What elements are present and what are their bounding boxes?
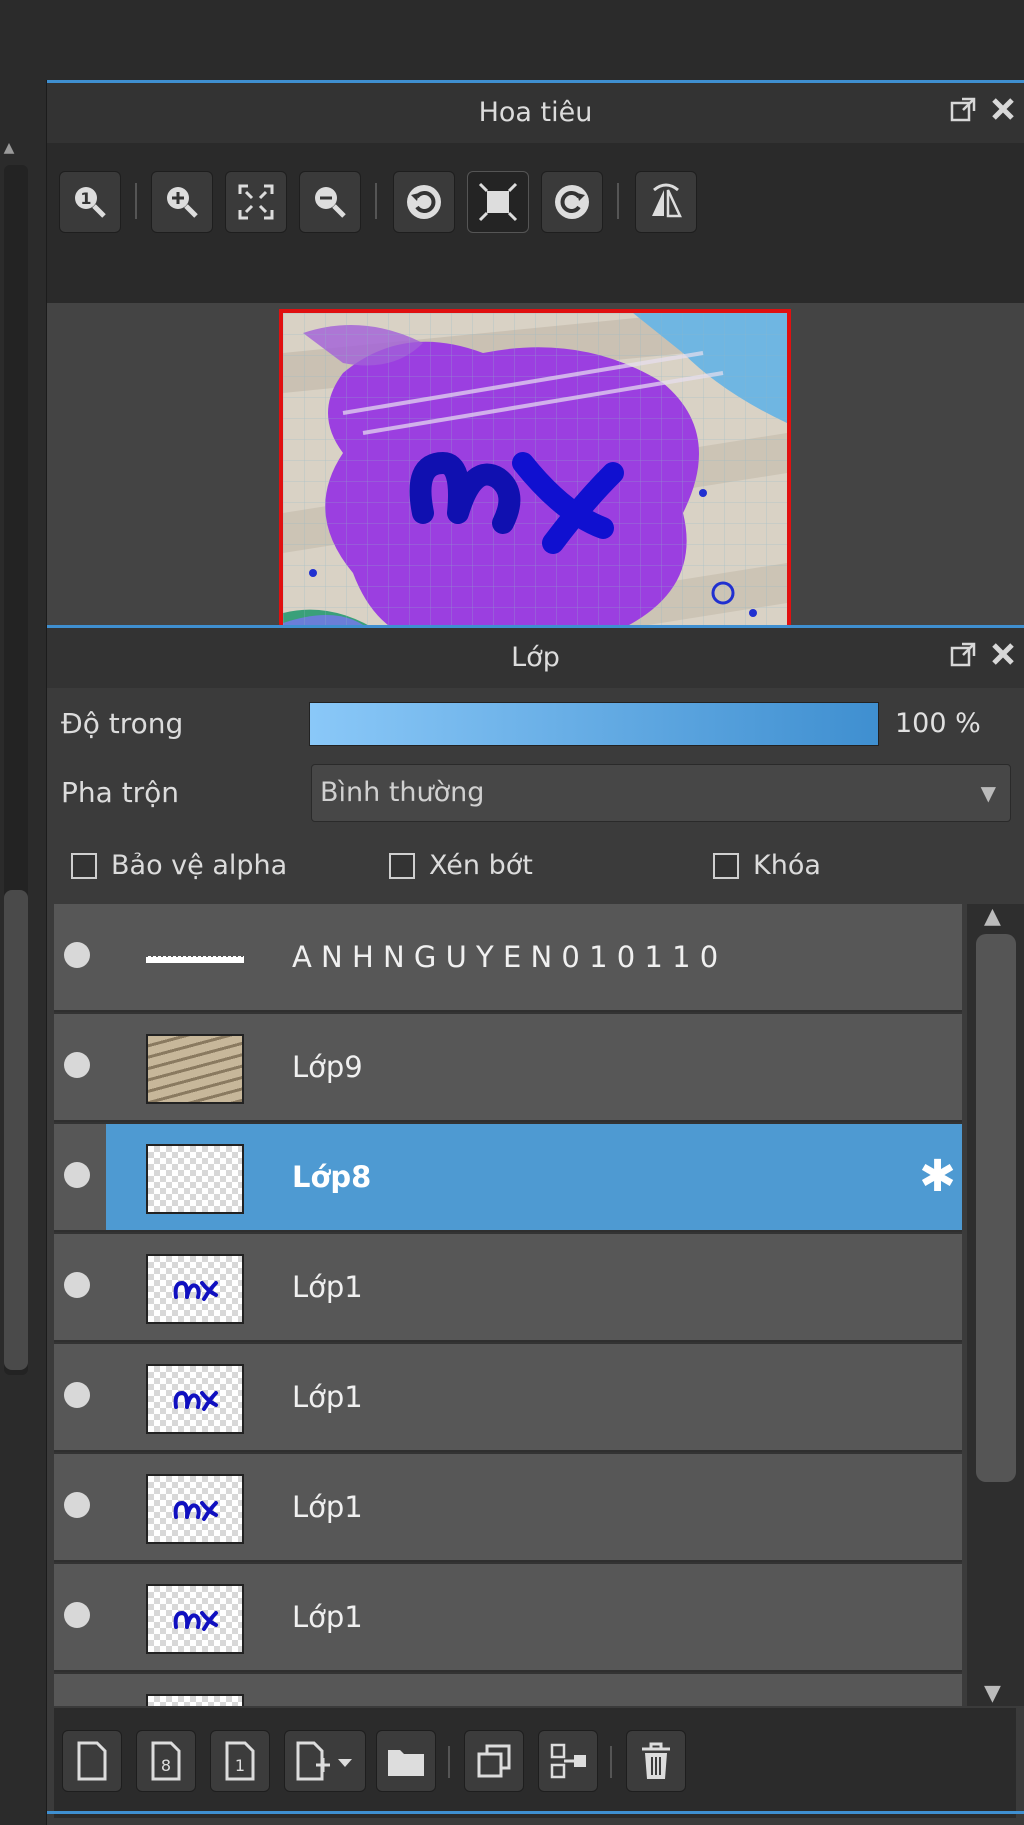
layer-thumbnail bbox=[146, 1254, 244, 1324]
layers-bottom-toolbar: 8 1 bbox=[54, 1708, 1016, 1818]
zoom-out-icon[interactable] bbox=[299, 171, 361, 233]
gear-icon[interactable]: ✱ bbox=[919, 1152, 956, 1202]
layer-name: Lớp9 bbox=[292, 1050, 363, 1084]
rotate-left-icon[interactable] bbox=[393, 171, 455, 233]
visibility-toggle[interactable] bbox=[64, 942, 90, 968]
opacity-slider[interactable] bbox=[309, 702, 879, 746]
layer-row-partial[interactable] bbox=[54, 1674, 962, 1706]
blend-label: Pha trộn bbox=[61, 776, 180, 809]
close-icon[interactable] bbox=[988, 97, 1018, 127]
duplicate-layer-icon[interactable] bbox=[464, 1730, 524, 1792]
folder-icon[interactable] bbox=[376, 1730, 436, 1792]
visibility-toggle[interactable] bbox=[64, 1052, 90, 1078]
svg-text:8: 8 bbox=[161, 1756, 171, 1775]
toolbar-separator bbox=[135, 183, 137, 219]
top-strip bbox=[0, 0, 1024, 80]
layer-thumbnail bbox=[146, 1474, 244, 1544]
fit-window-icon[interactable] bbox=[467, 171, 529, 233]
new-layer-icon[interactable] bbox=[62, 1730, 122, 1792]
layer-list-scrollbar[interactable]: ▲ ▼ bbox=[967, 904, 1024, 1706]
lock-label: Khóa bbox=[753, 850, 821, 881]
visibility-toggle[interactable] bbox=[64, 1602, 90, 1628]
layer-name: Lớp1 bbox=[292, 1270, 363, 1304]
layer-thumbnail bbox=[146, 1144, 244, 1214]
checkbox-box[interactable] bbox=[71, 852, 97, 879]
svg-text:1: 1 bbox=[235, 1756, 245, 1775]
toolbar-separator bbox=[448, 1746, 450, 1778]
layer-row[interactable]: Lớp1 bbox=[54, 1454, 962, 1562]
layer-name: Lớp1 bbox=[292, 1380, 363, 1414]
fit-screen-icon[interactable] bbox=[225, 171, 287, 233]
clipping-checkbox[interactable]: Xén bớt bbox=[389, 850, 533, 881]
clipping-label: Xén bớt bbox=[429, 850, 533, 881]
layer-thumbnail bbox=[146, 924, 244, 994]
layer-row-selected[interactable]: Lớp8 ✱ bbox=[54, 1124, 962, 1232]
trash-icon[interactable] bbox=[626, 1730, 686, 1792]
chevron-down-icon: ▼ bbox=[980, 781, 996, 805]
svg-text:1: 1 bbox=[80, 189, 91, 208]
visibility-toggle[interactable] bbox=[64, 1272, 90, 1298]
scroll-up-arrow-icon[interactable]: ▲ bbox=[984, 904, 1001, 929]
layer-thumbnail bbox=[146, 1034, 244, 1104]
popout-icon[interactable] bbox=[948, 97, 978, 127]
layer-name: Lớp1 bbox=[292, 1490, 363, 1524]
new-8bit-layer-icon[interactable]: 8 bbox=[136, 1730, 196, 1792]
scroll-down-arrow-icon[interactable]: ▼ bbox=[984, 1681, 1001, 1706]
toolbar-separator bbox=[375, 183, 377, 219]
blend-mode-select[interactable]: Bình thường ▼ bbox=[311, 764, 1011, 822]
navigator-title-bar: Hoa tiêu bbox=[47, 83, 1024, 143]
layer-thumbnail bbox=[146, 1364, 244, 1434]
layer-list[interactable]: A N H N G U Y E N 0 1 0 1 1 0 Lớp9 Lớp8 … bbox=[54, 904, 962, 1706]
layer-row[interactable]: Lớp1 bbox=[54, 1344, 962, 1452]
layer-name: Lớp1 bbox=[292, 1600, 363, 1634]
add-layer-dropdown-icon[interactable] bbox=[284, 1730, 366, 1792]
navigator-title: Hoa tiêu bbox=[478, 97, 593, 128]
merge-down-icon[interactable] bbox=[538, 1730, 598, 1792]
opacity-label: Độ trong bbox=[61, 707, 184, 740]
layer-thumbnail bbox=[146, 1694, 244, 1706]
lock-checkbox[interactable]: Khóa bbox=[713, 850, 821, 881]
zoom-in-icon[interactable] bbox=[151, 171, 213, 233]
layer-name: Lớp8 bbox=[292, 1160, 372, 1194]
close-icon[interactable] bbox=[988, 642, 1018, 672]
layers-title: Lớp bbox=[511, 642, 560, 673]
layer-row[interactable]: A N H N G U Y E N 0 1 0 1 1 0 bbox=[54, 904, 962, 1012]
layer-row[interactable]: Lớp1 bbox=[54, 1564, 962, 1672]
protect-alpha-label: Bảo vệ alpha bbox=[111, 850, 288, 881]
rotate-right-icon[interactable] bbox=[541, 171, 603, 233]
layers-title-bar: Lớp bbox=[47, 628, 1024, 688]
layer-row[interactable]: Lớp9 bbox=[54, 1014, 962, 1122]
flip-horizontal-icon[interactable] bbox=[635, 171, 697, 233]
protect-alpha-checkbox[interactable]: Bảo vệ alpha bbox=[71, 850, 287, 881]
toolbar-separator bbox=[610, 1746, 612, 1778]
zoom-actual-icon[interactable]: 1 bbox=[59, 171, 121, 233]
navigator-panel: Hoa tiêu 1 bbox=[47, 83, 1024, 695]
popout-icon[interactable] bbox=[948, 642, 978, 672]
opacity-value: 100 % bbox=[895, 708, 981, 739]
checkbox-box[interactable] bbox=[713, 852, 739, 879]
bottom-border bbox=[47, 1811, 1024, 1814]
visibility-toggle[interactable] bbox=[64, 1492, 90, 1518]
checkbox-box[interactable] bbox=[389, 852, 415, 879]
blend-mode-value: Bình thường bbox=[320, 777, 485, 808]
layer-row[interactable]: Lớp1 bbox=[54, 1234, 962, 1342]
new-1bit-layer-icon[interactable]: 1 bbox=[210, 1730, 270, 1792]
layer-name: A N H N G U Y E N 0 1 0 1 1 0 bbox=[292, 940, 719, 974]
layers-panel: Lớp Độ trong 100 % Pha trộn Bình thường … bbox=[47, 628, 1024, 1825]
left-scrollbar-thumb[interactable] bbox=[4, 890, 28, 1370]
layer-thumbnail bbox=[146, 1584, 244, 1654]
visibility-toggle[interactable] bbox=[64, 1382, 90, 1408]
scrollbar-thumb[interactable] bbox=[976, 934, 1016, 1482]
visibility-toggle[interactable] bbox=[64, 1162, 90, 1188]
toolbar-separator bbox=[617, 183, 619, 219]
left-scroll-up-arrow[interactable]: ▲ bbox=[0, 138, 18, 158]
